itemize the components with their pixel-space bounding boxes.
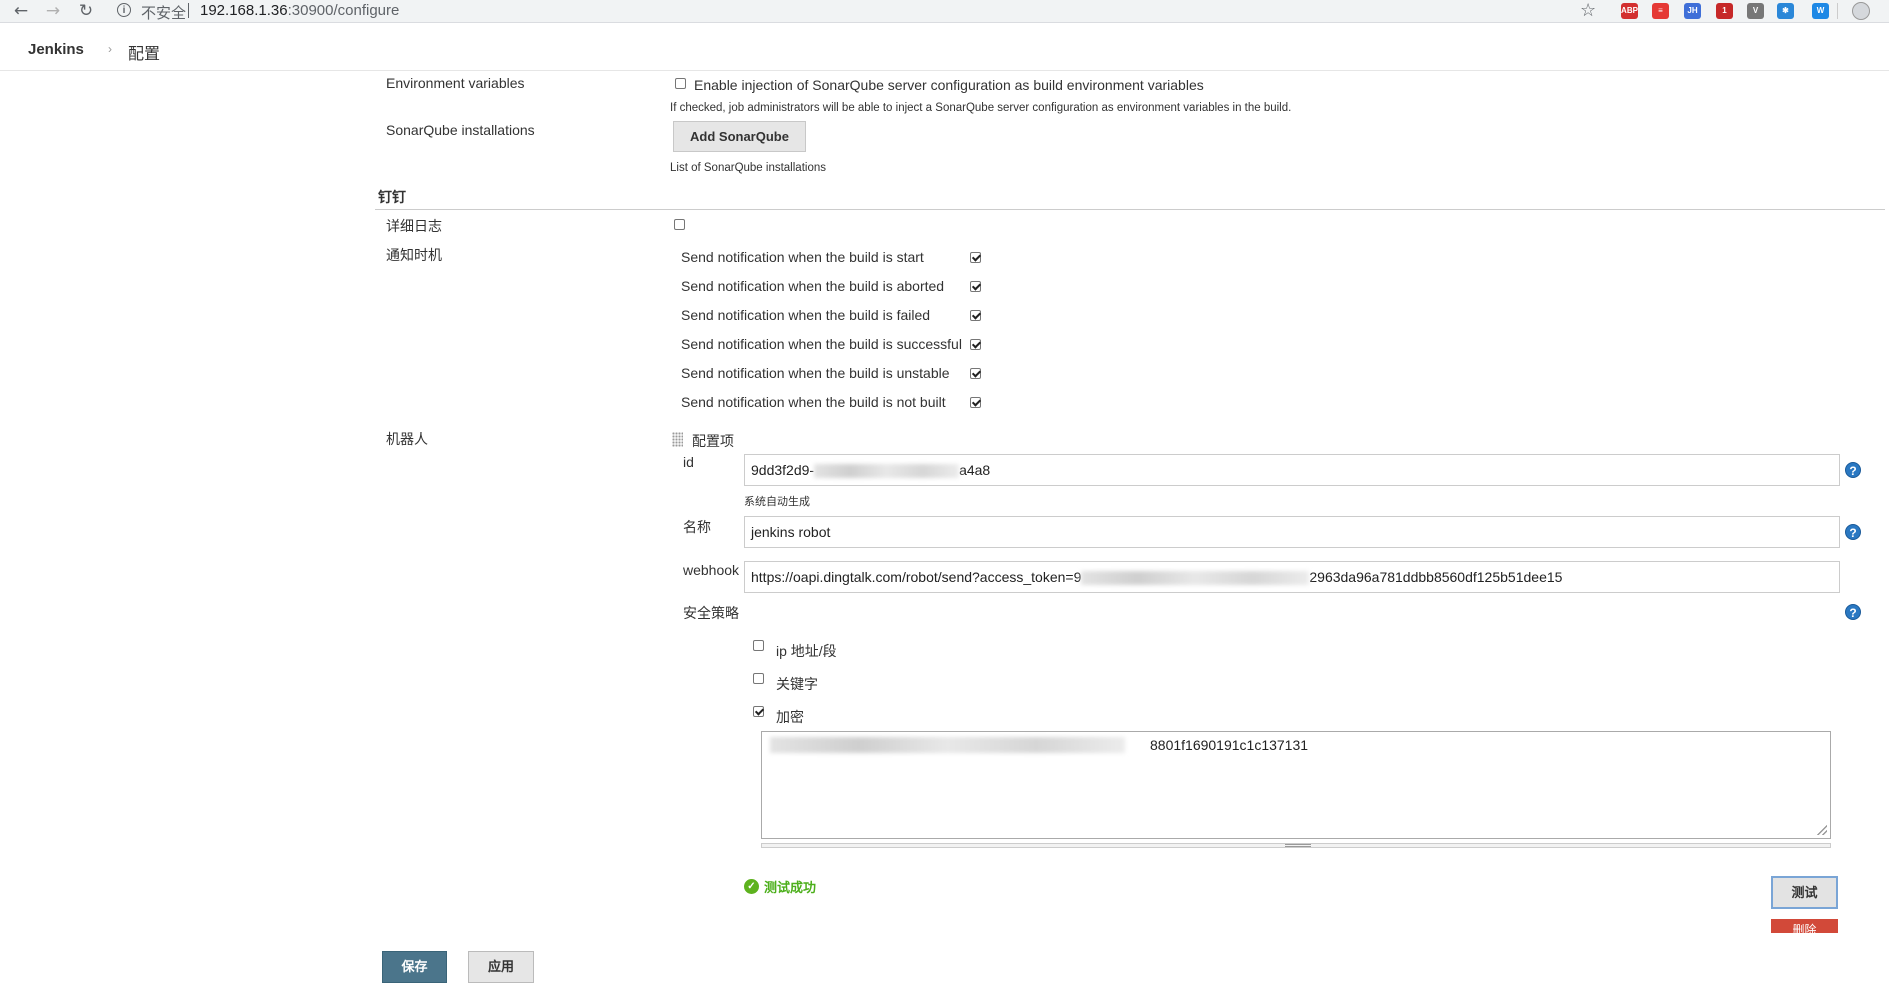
- notification-label: Send notification when the build is succ…: [681, 336, 962, 352]
- notification-checkbox[interactable]: [970, 339, 981, 350]
- security-option-label[interactable]: 关键字: [776, 674, 818, 694]
- robot-name-label: 名称: [683, 519, 711, 535]
- drag-handle-icon[interactable]: [672, 432, 683, 447]
- sonar-installations-description: List of SonarQube installations: [670, 162, 826, 174]
- url-path: :30900/configure: [287, 2, 400, 19]
- url-divider: [188, 3, 189, 18]
- notification-checkbox[interactable]: [970, 252, 981, 263]
- notify-timing-label: 通知时机: [386, 247, 442, 263]
- extension-icon[interactable]: 1: [1716, 3, 1733, 19]
- forward-icon[interactable]: →: [42, 0, 64, 22]
- security-option-checkbox[interactable]: [753, 673, 764, 684]
- breadcrumb: [0, 23, 1889, 71]
- help-icon[interactable]: ?: [1845, 462, 1861, 478]
- extension-icon[interactable]: ≡: [1652, 3, 1669, 19]
- url-text[interactable]: 192.168.1.36:30900/configure: [200, 2, 399, 19]
- bookmark-star-icon[interactable]: ☆: [1580, 0, 1596, 22]
- toolbar-divider: [1837, 3, 1838, 19]
- breadcrumb-current[interactable]: 配置: [128, 40, 160, 64]
- security-option-checkbox[interactable]: [753, 706, 764, 717]
- robot-id-suffix: a4a8: [959, 462, 991, 478]
- info-icon[interactable]: i: [117, 3, 131, 17]
- env-vars-checkbox[interactable]: [675, 78, 686, 89]
- notification-checkbox[interactable]: [970, 397, 981, 408]
- robot-label: 机器人: [386, 431, 428, 447]
- test-success-message: 测试成功: [764, 880, 817, 895]
- redacted-blur: [1081, 571, 1310, 586]
- security-option-checkbox[interactable]: [753, 640, 764, 651]
- redacted-blur: [770, 737, 1125, 753]
- save-button[interactable]: 保存: [382, 951, 447, 983]
- extension-icon[interactable]: JH: [1684, 3, 1701, 19]
- env-vars-description: If checked, job administrators will be a…: [670, 102, 1292, 114]
- extension-icon[interactable]: V: [1747, 3, 1764, 19]
- webhook-input[interactable]: https://oapi.dingtalk.com/robot/send?acc…: [744, 561, 1840, 593]
- section-divider: [375, 209, 1885, 210]
- secret-suffix: 8801f1690191c1c137131: [1150, 737, 1309, 753]
- security-status: 不安全: [141, 5, 187, 22]
- notification-label: Send notification when the build is not …: [681, 394, 946, 410]
- config-item-label: 配置项: [692, 433, 734, 449]
- notification-checkbox[interactable]: [970, 310, 981, 321]
- breadcrumb-separator-icon: ›: [108, 42, 112, 56]
- notification-label: Send notification when the build is fail…: [681, 307, 931, 323]
- help-icon[interactable]: ?: [1845, 524, 1861, 540]
- notification-label: Send notification when the build is star…: [681, 249, 924, 265]
- notification-label: Send notification when the build is abor…: [681, 278, 945, 294]
- security-option-label[interactable]: 加密: [776, 707, 804, 727]
- breadcrumb-jenkins-link[interactable]: Jenkins: [28, 41, 84, 58]
- reload-icon[interactable]: ↻: [75, 0, 97, 22]
- notification-checkbox[interactable]: [970, 281, 981, 292]
- help-icon[interactable]: ?: [1845, 604, 1861, 620]
- test-button[interactable]: 测试: [1771, 876, 1838, 909]
- robot-id-hint: 系统自动生成: [744, 496, 810, 508]
- notification-checkbox[interactable]: [970, 368, 981, 379]
- redacted-blur: [814, 464, 960, 479]
- robot-name-input[interactable]: jenkins robot: [744, 516, 1840, 548]
- extension-icon[interactable]: ABP: [1621, 3, 1638, 19]
- dingtalk-section-title: 钉钉: [378, 189, 406, 205]
- env-vars-checkbox-label[interactable]: Enable injection of SonarQube server con…: [694, 77, 1204, 93]
- webhook-suffix: 2963da96a781ddbb8560df125b51dee15: [1309, 569, 1563, 585]
- extension-icon[interactable]: ✱: [1777, 3, 1794, 19]
- security-policy-label: 安全策略: [683, 605, 739, 621]
- add-sonarqube-button[interactable]: Add SonarQube: [673, 121, 806, 152]
- webhook-prefix: https://oapi.dingtalk.com/robot/send?acc…: [751, 569, 1082, 585]
- back-icon[interactable]: ←: [10, 0, 32, 22]
- robot-id-prefix: 9dd3f2d9-: [751, 462, 815, 478]
- env-vars-label: Environment variables: [386, 75, 525, 91]
- scrollbar-thumb[interactable]: [1285, 844, 1311, 847]
- url-host: 192.168.1.36: [200, 2, 288, 19]
- delete-button[interactable]: 删除: [1771, 919, 1838, 933]
- profile-avatar[interactable]: [1852, 2, 1870, 20]
- notification-label: Send notification when the build is unst…: [681, 365, 950, 381]
- security-option-label[interactable]: ip 地址/段: [776, 641, 837, 661]
- extension-icon[interactable]: W: [1812, 3, 1829, 19]
- robot-id-label: id: [683, 454, 694, 470]
- verbose-log-checkbox[interactable]: [674, 219, 685, 230]
- sonar-installations-label: SonarQube installations: [386, 122, 535, 138]
- resize-handle-icon[interactable]: [1817, 825, 1827, 835]
- success-check-icon: ✓: [744, 879, 759, 894]
- robot-id-input[interactable]: 9dd3f2d9- a4a8: [744, 454, 1840, 486]
- webhook-label: webhook: [683, 562, 740, 578]
- secret-textarea[interactable]: 8801f1690191c1c137131: [761, 731, 1831, 839]
- verbose-log-label: 详细日志: [386, 218, 442, 234]
- apply-button[interactable]: 应用: [468, 951, 534, 983]
